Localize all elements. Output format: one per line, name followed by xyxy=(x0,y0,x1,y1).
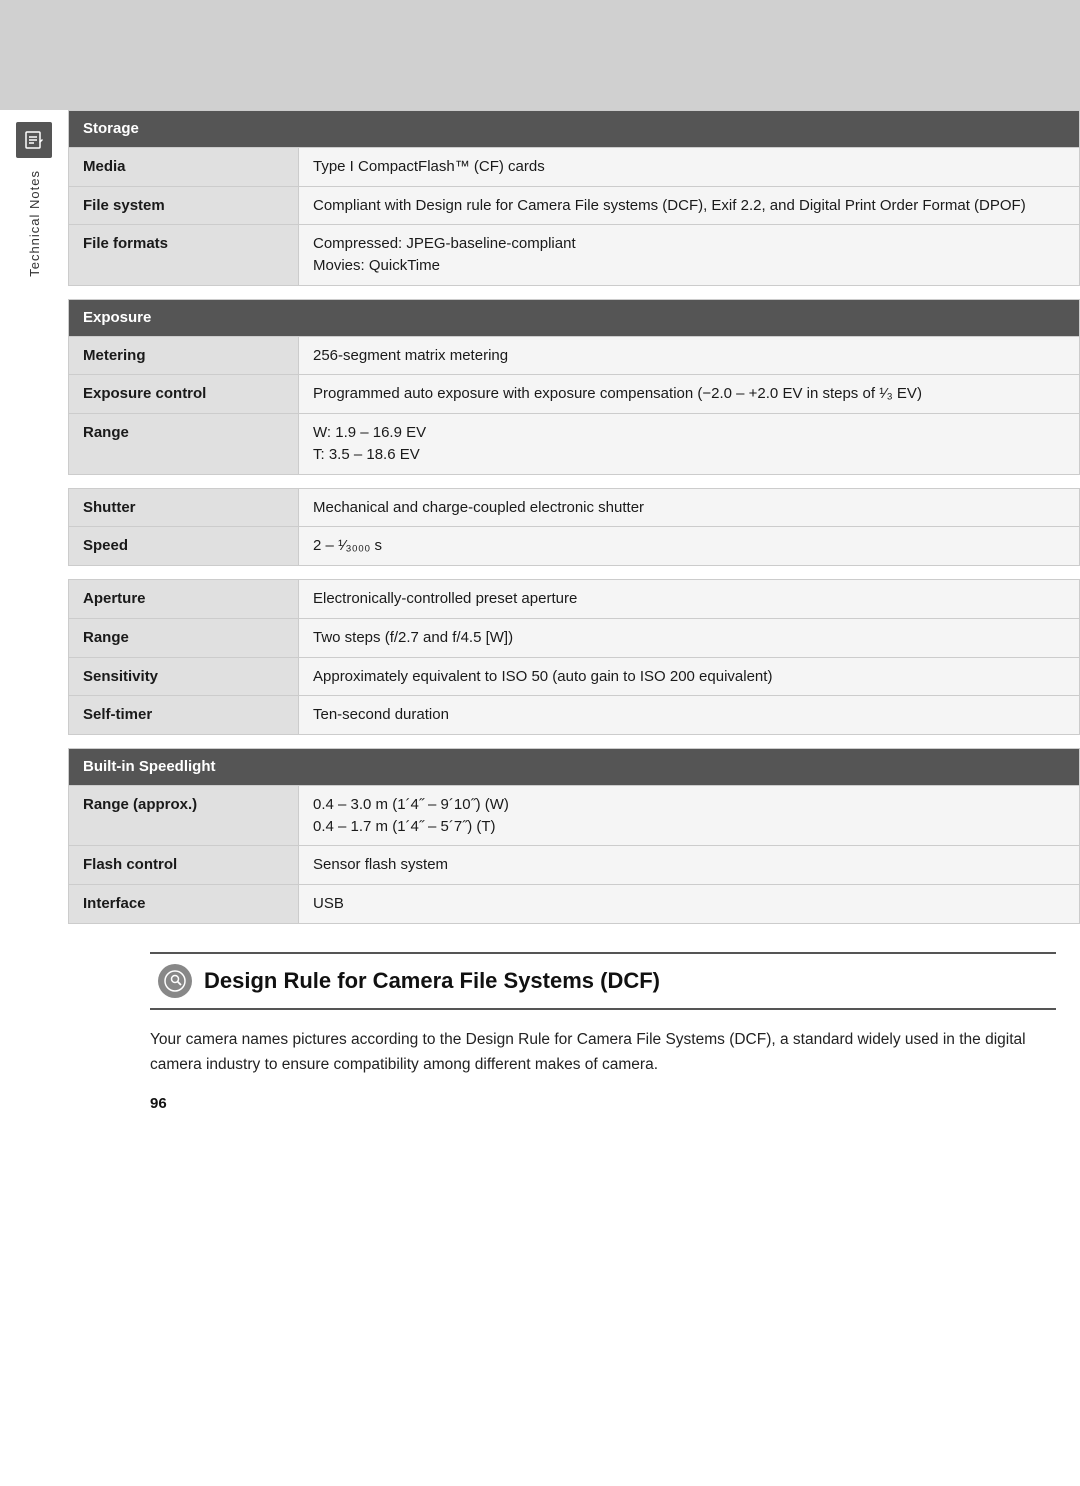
label-cell: Exposure control xyxy=(69,375,299,414)
sidebar-label: Technical Notes xyxy=(27,170,42,277)
divider-row xyxy=(69,474,1080,488)
value-cell: Type I CompactFlash™ (CF) cards xyxy=(299,147,1080,186)
table-row: Flash controlSensor flash system xyxy=(69,846,1080,885)
table-row: Metering256-segment matrix metering xyxy=(69,336,1080,375)
label-cell: Shutter xyxy=(69,488,299,527)
table-row: RangeW: 1.9 – 16.9 EVT: 3.5 – 18.6 EV xyxy=(69,414,1080,475)
dcf-icon xyxy=(158,964,192,998)
table-row: ShutterMechanical and charge-coupled ele… xyxy=(69,488,1080,527)
value-cell: 0.4 – 3.0 m (1´4˝ – 9´10˝) (W)0.4 – 1.7 … xyxy=(299,785,1080,846)
table-row: RangeTwo steps (f/2.7 and f/4.5 [W]) xyxy=(69,618,1080,657)
label-cell: Range xyxy=(69,618,299,657)
divider-row xyxy=(69,285,1080,299)
sidebar: Technical Notes xyxy=(0,110,68,1486)
value-cell: 256-segment matrix metering xyxy=(299,336,1080,375)
table-row: File formatsCompressed: JPEG-baseline-co… xyxy=(69,225,1080,286)
value-cell: Ten-second duration xyxy=(299,696,1080,735)
label-cell: File system xyxy=(69,186,299,225)
section-header-row: Storage xyxy=(69,111,1080,148)
label-cell: Flash control xyxy=(69,846,299,885)
divider-row xyxy=(69,566,1080,580)
section-header-row: Exposure xyxy=(69,299,1080,336)
table-row: SensitivityApproximately equivalent to I… xyxy=(69,657,1080,696)
table-row: ApertureElectronically-controlled preset… xyxy=(69,580,1080,619)
table-row: Self-timerTen-second duration xyxy=(69,696,1080,735)
value-cell: Mechanical and charge-coupled electronic… xyxy=(299,488,1080,527)
section-header-cell: Exposure xyxy=(69,299,1080,336)
value-cell: W: 1.9 – 16.9 EVT: 3.5 – 18.6 EV xyxy=(299,414,1080,475)
label-cell: Aperture xyxy=(69,580,299,619)
table-row: MediaType I CompactFlash™ (CF) cards xyxy=(69,147,1080,186)
table-row: Exposure controlProgrammed auto exposure… xyxy=(69,375,1080,414)
page-number: 96 xyxy=(150,1095,1056,1112)
value-cell: Compliant with Design rule for Camera Fi… xyxy=(299,186,1080,225)
value-cell: USB xyxy=(299,885,1080,924)
value-cell: Electronically-controlled preset apertur… xyxy=(299,580,1080,619)
label-cell: Self-timer xyxy=(69,696,299,735)
main-content: StorageMediaType I CompactFlash™ (CF) ca… xyxy=(68,110,1080,1172)
sidebar-icon xyxy=(16,122,52,158)
page-wrapper: Technical Notes StorageMediaType I Compa… xyxy=(0,0,1080,1486)
label-cell: File formats xyxy=(69,225,299,286)
dcf-title: Design Rule for Camera File Systems (DCF… xyxy=(204,968,660,994)
label-cell: Range (approx.) xyxy=(69,785,299,846)
value-cell: Sensor flash system xyxy=(299,846,1080,885)
dcf-body: Your camera names pictures according to … xyxy=(150,1028,1056,1078)
dcf-title-row: Design Rule for Camera File Systems (DCF… xyxy=(150,952,1056,1010)
label-cell: Interface xyxy=(69,885,299,924)
value-cell: 2 – ¹⁄₃₀₀₀ s xyxy=(299,527,1080,566)
value-cell: Programmed auto exposure with exposure c… xyxy=(299,375,1080,414)
value-cell: Approximately equivalent to ISO 50 (auto… xyxy=(299,657,1080,696)
value-cell: Compressed: JPEG-baseline-compliantMovie… xyxy=(299,225,1080,286)
table-row: File systemCompliant with Design rule fo… xyxy=(69,186,1080,225)
label-cell: Metering xyxy=(69,336,299,375)
section-header-row: Built-in Speedlight xyxy=(69,749,1080,786)
label-cell: Speed xyxy=(69,527,299,566)
section-header-cell: Storage xyxy=(69,111,1080,148)
label-cell: Sensitivity xyxy=(69,657,299,696)
top-banner xyxy=(0,0,1080,110)
divider-row xyxy=(69,735,1080,749)
label-cell: Media xyxy=(69,147,299,186)
spec-table: StorageMediaType I CompactFlash™ (CF) ca… xyxy=(68,110,1080,924)
label-cell: Range xyxy=(69,414,299,475)
table-row: InterfaceUSB xyxy=(69,885,1080,924)
value-cell: Two steps (f/2.7 and f/4.5 [W]) xyxy=(299,618,1080,657)
table-row: Speed2 – ¹⁄₃₀₀₀ s xyxy=(69,527,1080,566)
section-header-cell: Built-in Speedlight xyxy=(69,749,1080,786)
table-row: Range (approx.)0.4 – 3.0 m (1´4˝ – 9´10˝… xyxy=(69,785,1080,846)
bottom-section: Design Rule for Camera File Systems (DCF… xyxy=(136,924,1080,1133)
